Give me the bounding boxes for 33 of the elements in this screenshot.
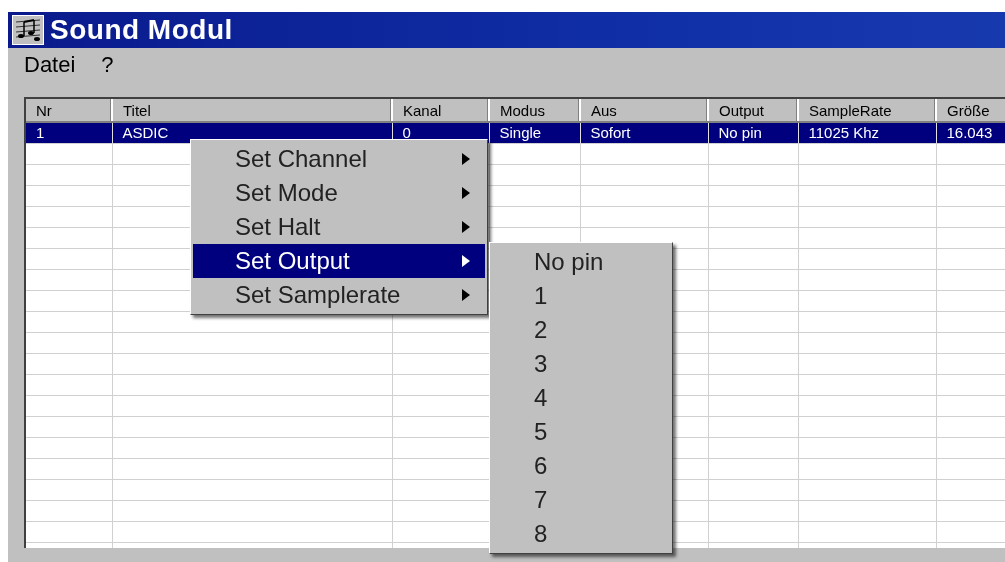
submenu-item[interactable]: 6	[492, 449, 670, 483]
submenu-arrow-icon	[461, 152, 471, 166]
submenu-arrow-icon	[461, 220, 471, 234]
submenu-item[interactable]: 8	[492, 517, 670, 551]
column-header[interactable]: Modus	[489, 99, 580, 122]
menu-item[interactable]: ?	[101, 52, 114, 78]
submenu-arrow-icon	[461, 254, 471, 268]
submenu-item[interactable]: 5	[492, 415, 670, 449]
submenu-item[interactable]: 4	[492, 381, 670, 415]
submenu-item[interactable]: No pin	[492, 245, 670, 279]
table-row[interactable]: 1 ASDIC 0 Single Sofort No pin 11025 Khz 16.043	[26, 122, 1005, 144]
column-header[interactable]: Output	[708, 99, 798, 122]
context-menu-item[interactable]: Set Channel	[193, 142, 485, 176]
submenu-arrow-icon	[461, 186, 471, 200]
menu-item[interactable]: Datei	[24, 52, 76, 78]
column-header[interactable]: Titel	[112, 99, 392, 122]
column-header[interactable]: SampleRate	[798, 99, 936, 122]
table-cell: 1	[26, 122, 112, 144]
context-menu-item[interactable]: Set Mode	[193, 176, 485, 210]
context-menu-item[interactable]: Set Output	[193, 244, 485, 278]
column-header[interactable]: Kanal	[392, 99, 489, 122]
submenu-item[interactable]: 3	[492, 347, 670, 381]
submenu-item[interactable]: 2	[492, 313, 670, 347]
submenu-arrow-icon	[461, 288, 471, 302]
submenu-item[interactable]: 1	[492, 279, 670, 313]
context-menu-item[interactable]: Set Halt	[193, 210, 485, 244]
submenu-item[interactable]: 7	[492, 483, 670, 517]
window-title: Sound Modul	[50, 14, 233, 46]
context-menu-item[interactable]: Set Samplerate	[193, 278, 485, 312]
column-header[interactable]: Nr	[26, 99, 112, 122]
column-header[interactable]: Aus	[580, 99, 708, 122]
column-header[interactable]: Größe	[936, 99, 1005, 122]
music-notes-icon	[12, 15, 44, 45]
